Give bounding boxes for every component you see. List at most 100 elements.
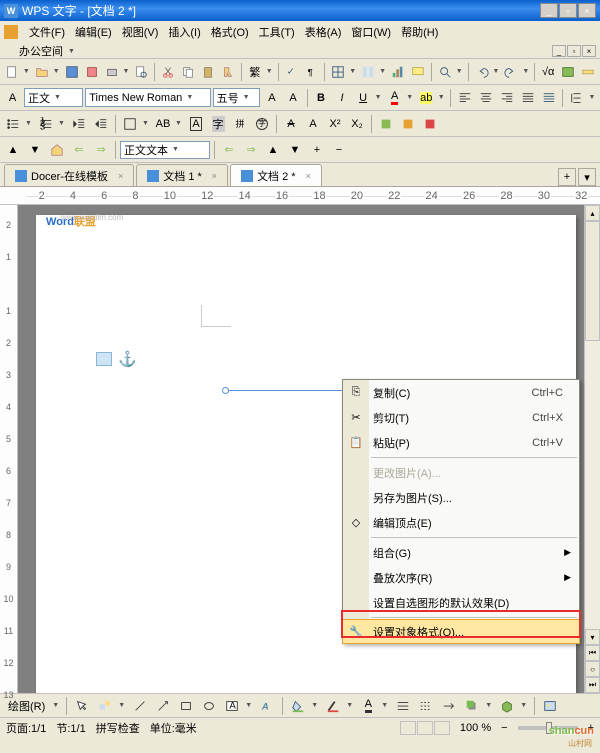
autoshapes-button[interactable] (95, 696, 115, 716)
line-spacing-button[interactable] (567, 88, 586, 108)
office-space-link[interactable]: 办公空间 (14, 43, 68, 59)
style-pane-button[interactable]: A (3, 88, 22, 108)
line-tool-button[interactable] (130, 696, 150, 716)
tab-close-icon[interactable]: × (118, 171, 123, 181)
char-border-button[interactable]: A (186, 114, 206, 134)
dash-style-button[interactable] (416, 696, 436, 716)
bullets-button[interactable] (3, 114, 23, 134)
doc-minimize-button[interactable]: _ (552, 45, 566, 57)
open-button[interactable] (33, 62, 51, 82)
shadow-button[interactable] (462, 696, 482, 716)
tab-list-button[interactable]: ▾ (578, 168, 596, 186)
font-fill-button[interactable]: A (358, 696, 378, 716)
border-button[interactable] (120, 114, 140, 134)
arrow-style-button[interactable] (439, 696, 459, 716)
chart-button[interactable] (389, 62, 407, 82)
menu-insert[interactable]: 插入(I) (163, 22, 205, 42)
forward-button[interactable]: ⇒ (91, 140, 111, 160)
save-button[interactable] (63, 62, 81, 82)
indent-button[interactable] (91, 114, 111, 134)
menu-table[interactable]: 表格(A) (300, 22, 347, 42)
menu-format[interactable]: 格式(O) (206, 22, 254, 42)
ctx-D[interactable]: 设置自选图形的默认效果(D) (343, 590, 579, 615)
super-button[interactable]: X² (325, 114, 345, 134)
tool-c-button[interactable] (420, 114, 440, 134)
status-spellcheck[interactable]: 拼写检查 (96, 720, 140, 736)
menu-edit[interactable]: 编辑(E) (70, 22, 117, 42)
back-button[interactable]: ⇐ (69, 140, 89, 160)
menu-tools[interactable]: 工具(T) (254, 22, 300, 42)
doc-tab-docer[interactable]: Docer-在线模板× (4, 164, 134, 186)
font-selector[interactable]: Times New Roman▼ (85, 88, 210, 107)
tab-close-icon[interactable]: × (212, 171, 217, 181)
rect-tool-button[interactable] (176, 696, 196, 716)
shrink-font-button[interactable]: A (283, 88, 302, 108)
table-button[interactable] (329, 62, 347, 82)
outline-down-button[interactable]: ▼ (25, 140, 45, 160)
expand-button[interactable]: + (307, 140, 327, 160)
numbering-button[interactable]: 123 (36, 114, 56, 134)
outline-level-selector[interactable]: 正文文本▼ (120, 141, 210, 159)
zoom-level[interactable]: 100 % (460, 722, 491, 734)
redo-button[interactable] (502, 62, 520, 82)
arrow-tool-button[interactable] (153, 696, 173, 716)
zoom-out-button[interactable]: − (501, 722, 507, 734)
promote-button[interactable]: ⇐ (219, 140, 239, 160)
tab-close-icon[interactable]: × (306, 171, 311, 181)
sub-button[interactable]: X₂ (347, 114, 367, 134)
ctx-T[interactable]: ✂剪切(T)Ctrl+X (343, 405, 579, 430)
ctx-R[interactable]: 叠放次序(R)▶ (343, 565, 579, 590)
ruler-button[interactable] (579, 62, 597, 82)
fill-color-button[interactable] (288, 696, 308, 716)
print-preview-button[interactable] (132, 62, 150, 82)
close-button[interactable]: × (578, 3, 596, 18)
insert-picture-button[interactable] (540, 696, 560, 716)
wordart-button[interactable]: A (257, 696, 277, 716)
menu-help[interactable]: 帮助(H) (396, 22, 443, 42)
phonetic-button[interactable]: 拼 (230, 114, 250, 134)
highlight-button[interactable]: ab (417, 88, 436, 108)
horizontal-ruler[interactable]: 2468101214161820222426283032 (0, 187, 600, 205)
select-objects-button[interactable] (72, 696, 92, 716)
line-weight-button[interactable] (393, 696, 413, 716)
convert-button[interactable]: 繁 (246, 62, 264, 82)
line-color-button[interactable] (323, 696, 343, 716)
doc-close-button[interactable]: × (582, 45, 596, 57)
font-size-selector[interactable]: 五号▼ (213, 88, 261, 107)
enclose-button[interactable]: 字 (252, 114, 272, 134)
wps-icon[interactable] (4, 25, 18, 39)
paste-button[interactable] (199, 62, 217, 82)
view-print-button[interactable] (400, 721, 416, 735)
align-justify-button[interactable] (518, 88, 537, 108)
ctx-S[interactable]: 另存为图片(S)... (343, 485, 579, 510)
next-page-button[interactable]: ⏭ (585, 677, 600, 693)
strike-button[interactable]: A (281, 114, 301, 134)
underline-button[interactable]: U (354, 88, 373, 108)
demote-button[interactable]: ⇒ (241, 140, 261, 160)
restore-button[interactable]: ▫ (559, 3, 577, 18)
move-up-button[interactable]: ▲ (263, 140, 283, 160)
print-button[interactable] (103, 62, 121, 82)
ctx-G[interactable]: 组合(G)▶ (343, 540, 579, 565)
3d-button[interactable] (497, 696, 517, 716)
undo-button[interactable] (473, 62, 491, 82)
menu-view[interactable]: 视图(V) (117, 22, 164, 42)
font-color-button[interactable]: A (385, 88, 404, 108)
prev-page-button[interactable]: ⏮ (585, 645, 600, 661)
copy-button[interactable] (179, 62, 197, 82)
outdent-button[interactable] (69, 114, 89, 134)
textbox-button[interactable]: A (222, 696, 242, 716)
menu-window[interactable]: 窗口(W) (346, 22, 396, 42)
tool-a-button[interactable] (376, 114, 396, 134)
style-selector[interactable]: 正文▼ (24, 88, 83, 107)
move-down-button[interactable]: ▼ (285, 140, 305, 160)
comment-button[interactable] (409, 62, 427, 82)
collapse-button[interactable]: − (329, 140, 349, 160)
new-button[interactable] (3, 62, 21, 82)
office-space-dd[interactable]: ▼ (68, 48, 77, 55)
equation-button[interactable]: √α (539, 62, 557, 82)
cut-button[interactable] (159, 62, 177, 82)
outline-up-button[interactable]: ▲ (3, 140, 23, 160)
vertical-scrollbar[interactable]: ▴ ▾ ⏮ ○ ⏭ (584, 205, 600, 693)
menu-file[interactable]: 文件(F) (24, 22, 70, 42)
